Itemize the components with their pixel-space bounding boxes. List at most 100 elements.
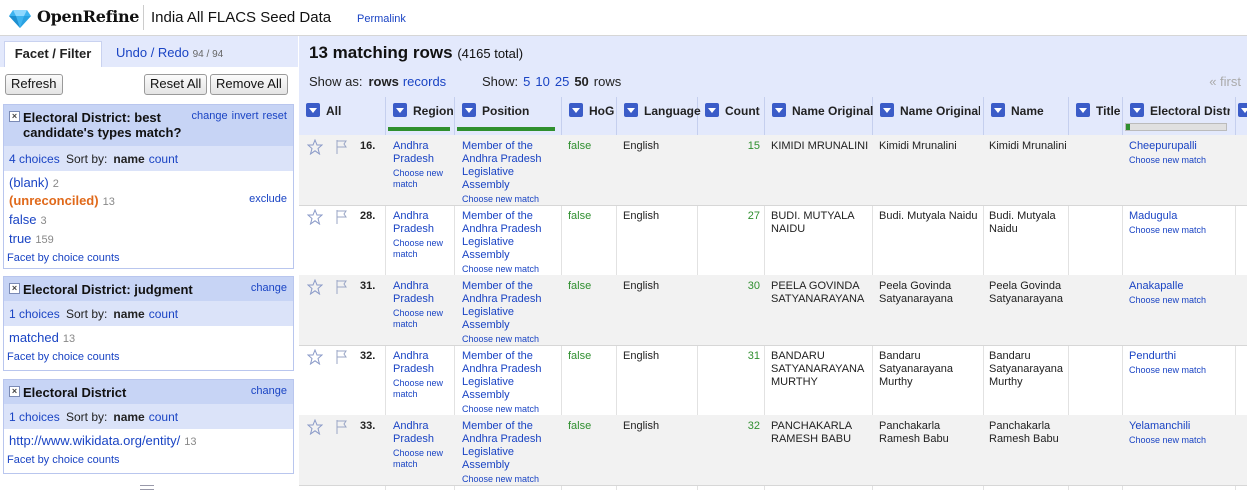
column-header-next[interactable]: [1236, 97, 1247, 135]
choice-label[interactable]: (unreconciled): [9, 193, 99, 208]
cell-hog[interactable]: false: [568, 210, 591, 223]
facet-invert-link[interactable]: invert: [232, 110, 259, 122]
cell-electoral-district[interactable]: Madugula Choose new match: [1129, 210, 1234, 236]
district-value[interactable]: Yelamanchili: [1129, 420, 1190, 432]
show-as-rows-option[interactable]: rows: [368, 74, 398, 89]
cell-name-original-t[interactable]: Budi. Mutyala Naidu: [879, 210, 979, 223]
choose-new-match-link[interactable]: Choose new match: [393, 238, 451, 260]
choice-label[interactable]: false: [9, 212, 36, 227]
dropdown-arrow-icon[interactable]: [624, 103, 638, 117]
column-header-count[interactable]: Count: [698, 97, 765, 135]
cell-name-original-t[interactable]: Peela Govinda Satyanarayana: [879, 280, 979, 306]
facet-choice[interactable]: (unreconciled) 13: [9, 193, 115, 208]
cell-position[interactable]: Member of the Andhra Pradesh Legislative…: [462, 420, 558, 485]
sort-name-option[interactable]: name: [113, 152, 144, 166]
choose-new-match-link[interactable]: Choose new match: [462, 404, 558, 415]
facet-choice[interactable]: http://www.wikidata.org/entity/13: [9, 433, 197, 448]
resize-handle[interactable]: [140, 485, 154, 490]
cell-hog[interactable]: false: [568, 140, 591, 153]
choose-new-match-link[interactable]: Choose new match: [393, 308, 451, 330]
cell-name[interactable]: Peela Govinda Satyanarayana: [989, 280, 1067, 306]
star-icon[interactable]: [307, 139, 323, 155]
star-icon[interactable]: [307, 279, 323, 295]
facet-change-link[interactable]: change: [192, 110, 228, 122]
choose-new-match-link[interactable]: Choose new match: [393, 168, 451, 190]
flag-icon[interactable]: [334, 209, 348, 225]
column-header-name-original-t[interactable]: Name Original T: [873, 97, 984, 135]
cell-region[interactable]: Andhra Pradesh Choose new match: [393, 420, 451, 470]
dropdown-arrow-icon[interactable]: [705, 103, 719, 117]
choice-label[interactable]: true: [9, 231, 31, 246]
cell-electoral-district[interactable]: Pendurthi Choose new match: [1129, 350, 1234, 376]
cell-name-original[interactable]: KIMIDI MRUNALINI: [771, 140, 871, 153]
facet-change-link[interactable]: change: [251, 282, 287, 294]
first-page-link[interactable]: « first: [1209, 74, 1241, 89]
cell-language[interactable]: English: [623, 140, 659, 153]
position-value[interactable]: Member of the Andhra Pradesh Legislative…: [462, 280, 542, 331]
cell-language[interactable]: English: [623, 210, 659, 223]
sort-count-option[interactable]: count: [149, 307, 178, 321]
cell-hog[interactable]: false: [568, 280, 591, 293]
column-header-position[interactable]: Position: [455, 97, 562, 135]
column-header-all[interactable]: All: [299, 97, 386, 135]
choices-count-link[interactable]: 4 choices: [9, 152, 60, 166]
dropdown-arrow-icon[interactable]: [393, 103, 407, 117]
tab-facet-filter[interactable]: Facet / Filter: [4, 41, 102, 67]
facet-by-choice-counts-link[interactable]: Facet by choice counts: [7, 454, 120, 466]
column-header-title[interactable]: Title: [1069, 97, 1123, 135]
close-icon[interactable]: ×: [9, 386, 20, 397]
app-logo[interactable]: OpenRefine: [37, 7, 140, 26]
permalink-link[interactable]: Permalink: [357, 13, 406, 25]
column-header-name[interactable]: Name: [984, 97, 1069, 135]
cell-name[interactable]: Kimidi Mrunalini: [989, 140, 1067, 153]
position-value[interactable]: Member of the Andhra Pradesh Legislative…: [462, 420, 542, 471]
diamond-logo-icon[interactable]: [9, 10, 31, 28]
column-header-electoral-district[interactable]: Electoral Distric: [1123, 97, 1236, 135]
position-value[interactable]: Member of the Andhra Pradesh Legislative…: [462, 350, 542, 401]
flag-icon[interactable]: [334, 279, 348, 295]
cell-electoral-district[interactable]: Yelamanchili Choose new match: [1129, 420, 1234, 446]
cell-region[interactable]: Andhra Pradesh Choose new match: [393, 280, 451, 330]
cell-hog[interactable]: false: [568, 420, 591, 433]
facet-choice[interactable]: (blank) 2: [9, 175, 59, 190]
cell-language[interactable]: English: [623, 280, 659, 293]
facet-by-choice-counts-link[interactable]: Facet by choice counts: [7, 252, 120, 264]
cell-region[interactable]: Andhra Pradesh Choose new match: [393, 210, 451, 260]
column-header-region[interactable]: Region: [386, 97, 455, 135]
dropdown-arrow-icon[interactable]: [991, 103, 1005, 117]
cell-name-original-t[interactable]: Bandaru Satyanarayana Murthy: [879, 350, 979, 389]
cell-position[interactable]: Member of the Andhra Pradesh Legislative…: [462, 350, 558, 415]
choose-new-match-link[interactable]: Choose new match: [462, 334, 558, 345]
sort-name-option[interactable]: name: [113, 410, 144, 424]
cell-name[interactable]: Budi. Mutyala Naidu: [989, 210, 1067, 236]
exclude-link[interactable]: exclude: [249, 193, 287, 205]
dropdown-arrow-icon[interactable]: [772, 103, 786, 117]
sort-count-option[interactable]: count: [149, 152, 178, 166]
region-value[interactable]: Andhra Pradesh: [393, 350, 434, 375]
star-icon[interactable]: [307, 349, 323, 365]
dropdown-arrow-icon[interactable]: [1076, 103, 1090, 117]
facet-choice[interactable]: false 3: [9, 212, 47, 227]
sort-name-option[interactable]: name: [113, 307, 144, 321]
cell-position[interactable]: Member of the Andhra Pradesh Legislative…: [462, 280, 558, 345]
cell-position[interactable]: Member of the Andhra Pradesh Legislative…: [462, 140, 558, 205]
cell-language[interactable]: English: [623, 350, 659, 363]
column-header-language[interactable]: Language: [617, 97, 701, 135]
cell-region[interactable]: Andhra Pradesh Choose new match: [393, 350, 451, 400]
sort-count-option[interactable]: count: [149, 410, 178, 424]
district-value[interactable]: Pendurthi: [1129, 350, 1176, 362]
cell-name-original-t[interactable]: Panchakarla Ramesh Babu: [879, 420, 979, 446]
column-header-name-original[interactable]: Name Original: [765, 97, 873, 135]
project-name[interactable]: India All FLACS Seed Data: [151, 9, 331, 26]
cell-position[interactable]: Member of the Andhra Pradesh Legislative…: [462, 210, 558, 275]
dropdown-arrow-icon[interactable]: [569, 103, 583, 117]
flag-icon[interactable]: [334, 139, 348, 155]
choice-label[interactable]: matched: [9, 330, 59, 345]
cell-electoral-district[interactable]: Cheepurupalli Choose new match: [1129, 140, 1234, 166]
cell-name-original[interactable]: PANCHAKARLA RAMESH BABU: [771, 420, 871, 446]
choose-new-match-link[interactable]: Choose new match: [462, 264, 558, 275]
choice-label[interactable]: (blank): [9, 175, 49, 190]
choice-label[interactable]: http://www.wikidata.org/entity/: [9, 433, 180, 448]
choose-new-match-link[interactable]: Choose new match: [1129, 365, 1234, 376]
choices-count-link[interactable]: 1 choices: [9, 410, 60, 424]
